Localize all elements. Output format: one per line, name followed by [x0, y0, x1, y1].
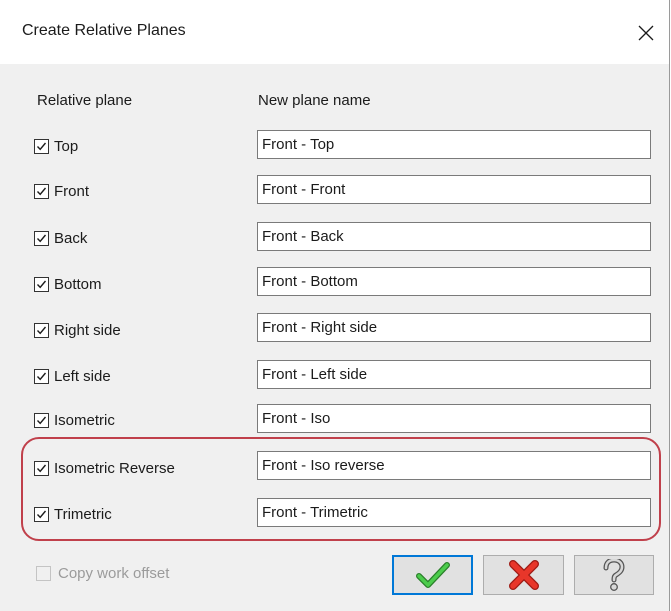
checkbox-front[interactable]: Front	[34, 181, 89, 201]
checkbox-box[interactable]	[34, 506, 49, 522]
checkbox-label: Top	[54, 137, 79, 155]
checkbox-box-disabled	[36, 566, 51, 581]
close-icon	[638, 25, 654, 41]
checkmark-icon	[36, 280, 47, 288]
cancel-button[interactable]	[483, 555, 564, 595]
checkbox-label: Bottom	[54, 275, 102, 293]
plane-name-input-back[interactable]	[257, 222, 651, 251]
plane-name-input-trimetric[interactable]	[257, 498, 651, 527]
plane-name-input-isometric[interactable]	[257, 404, 651, 433]
dialog-title: Create Relative Planes	[22, 22, 186, 39]
checkmark-icon	[36, 326, 47, 334]
help-button[interactable]	[574, 555, 654, 595]
copy-work-offset-checkbox: Copy work offset	[36, 565, 169, 582]
checkbox-box[interactable]	[34, 460, 49, 476]
checkbox-box[interactable]	[34, 322, 49, 338]
checkbox-top[interactable]: Top	[34, 136, 78, 156]
plane-name-input-right-side[interactable]	[257, 313, 651, 342]
close-button[interactable]	[626, 13, 666, 53]
new-plane-name-column-header: New plane name	[258, 92, 371, 109]
checkbox-label: Isometric	[54, 411, 115, 429]
checkmark-icon	[36, 142, 47, 150]
checkbox-label: Left side	[54, 367, 111, 385]
checkbox-box[interactable]	[34, 412, 49, 428]
plane-name-input-left-side[interactable]	[257, 360, 651, 389]
checkmark-icon	[36, 187, 47, 195]
checkmark-icon	[36, 372, 47, 380]
checkbox-box[interactable]	[34, 138, 49, 154]
checkbox-trimetric[interactable]: Trimetric	[34, 504, 112, 524]
plane-name-input-top[interactable]	[257, 130, 651, 159]
checkmark-icon	[36, 234, 47, 242]
checkbox-label: Right side	[54, 321, 121, 339]
checkbox-right-side[interactable]: Right side	[34, 320, 121, 340]
checkbox-label: Front	[54, 182, 90, 200]
plane-name-input-front[interactable]	[257, 175, 651, 204]
plane-name-input-bottom[interactable]	[257, 267, 651, 296]
checkbox-label: Isometric Reverse	[54, 459, 175, 477]
checkbox-box[interactable]	[34, 230, 49, 246]
checkbox-label: Back	[54, 229, 88, 247]
checkbox-back[interactable]: Back	[34, 228, 87, 248]
checkmark-icon	[36, 416, 47, 424]
checkbox-box[interactable]	[34, 183, 49, 199]
checkbox-bottom[interactable]: Bottom	[34, 274, 102, 294]
relative-plane-column-header: Relative plane	[37, 92, 133, 109]
ok-button[interactable]	[392, 555, 473, 595]
checkbox-box[interactable]	[34, 276, 49, 292]
checkmark-icon	[415, 562, 450, 588]
checkbox-isometric-reverse[interactable]: Isometric Reverse	[34, 458, 175, 478]
create-relative-planes-dialog: Create Relative Planes Relative plane Ne…	[0, 0, 670, 611]
checkmark-icon	[36, 464, 47, 472]
checkbox-label: Trimetric	[54, 505, 112, 523]
checkbox-isometric[interactable]: Isometric	[34, 410, 115, 430]
checkbox-left-side[interactable]: Left side	[34, 366, 111, 386]
question-mark-icon	[603, 559, 625, 591]
red-x-icon	[508, 560, 539, 590]
copy-work-offset-label: Copy work offset	[58, 565, 170, 582]
title-bar: Create Relative Planes	[0, 0, 669, 64]
checkmark-icon	[36, 510, 47, 518]
plane-name-input-isometric-reverse[interactable]	[257, 451, 651, 480]
checkbox-box[interactable]	[34, 368, 49, 384]
